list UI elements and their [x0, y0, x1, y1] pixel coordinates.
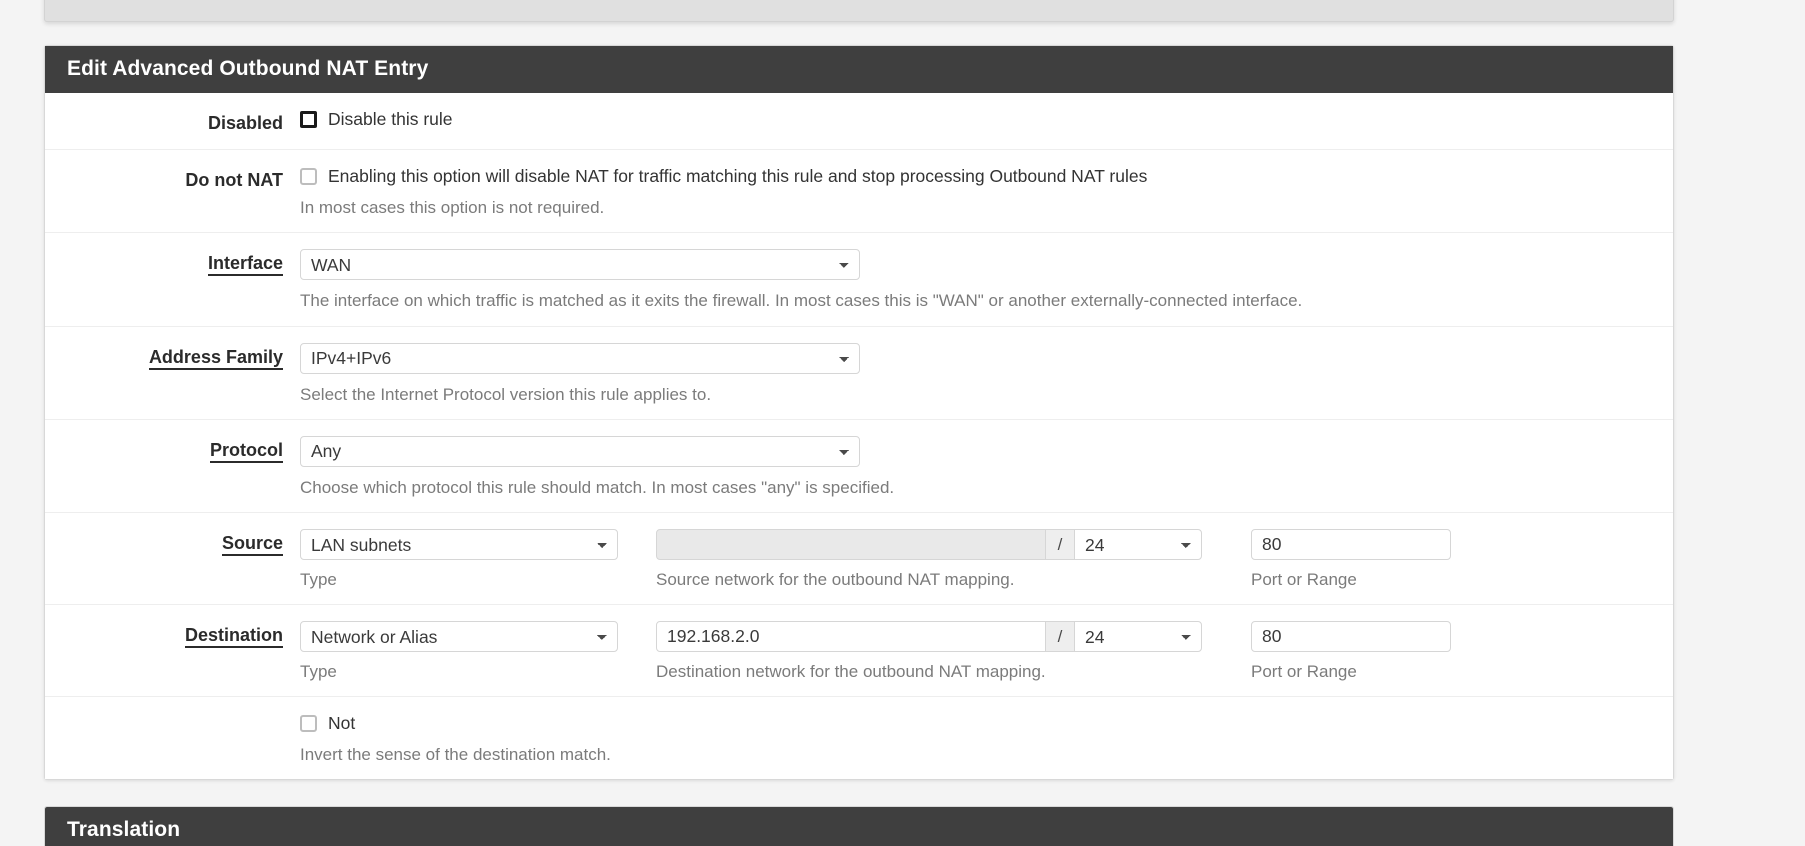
address-family-help: Select the Internet Protocol version thi…: [300, 384, 712, 404]
destination-type-help: Type: [300, 662, 337, 681]
not-checkbox-row[interactable]: Not: [300, 713, 1673, 734]
label-protocol-text: Protocol: [209, 439, 283, 463]
not-help: Invert the sense of the destination matc…: [300, 745, 611, 764]
source-slash-separator: /: [1046, 529, 1074, 560]
destination-port-input[interactable]: [1251, 621, 1451, 652]
row-address-family: Address Family IPv4+IPv6 Select the Inte…: [45, 327, 1673, 420]
label-not-spacer: [45, 713, 300, 717]
destination-slash-separator: /: [1046, 621, 1074, 652]
destination-type-select[interactable]: Network or Alias: [300, 621, 618, 652]
do-not-nat-checkbox-row[interactable]: Enabling this option will disable NAT fo…: [300, 166, 1673, 187]
label-destination[interactable]: Destination: [45, 621, 300, 648]
source-network-input[interactable]: [656, 529, 1046, 560]
disable-rule-label: Disable this rule: [328, 109, 453, 129]
disable-rule-checkbox[interactable]: [300, 111, 317, 128]
label-source-text: Source: [221, 533, 283, 556]
destination-network-group: / 24: [656, 621, 1251, 652]
label-destination-text: Destination: [184, 625, 283, 648]
edit-entry-panel: Edit Advanced Outbound NAT Entry Disable…: [44, 45, 1674, 781]
source-port-help: Port or Range: [1251, 570, 1357, 589]
row-protocol: Protocol Any Choose which protocol this …: [45, 420, 1673, 513]
interface-select[interactable]: WAN: [300, 249, 860, 281]
source-mask-select[interactable]: 24: [1074, 529, 1202, 560]
source-network-help: Source network for the outbound NAT mapp…: [656, 570, 1015, 589]
not-label: Not: [328, 713, 356, 733]
interface-help: The interface on which traffic is matche…: [300, 291, 1303, 311]
do-not-nat-help: In most cases this option is not require…: [300, 198, 605, 217]
source-network-group: / 24: [656, 529, 1251, 560]
row-do-not-nat: Do not NAT Enabling this option will dis…: [45, 150, 1673, 234]
row-disabled: Disabled Disable this rule: [45, 93, 1673, 150]
source-type-help: Type: [300, 570, 337, 589]
outbound-nat-edit-page: × Edit Advanced Outbound NAT Entry Disab…: [0, 0, 1805, 846]
destination-network-input[interactable]: [656, 621, 1046, 652]
top-alert-panel: ×: [44, 0, 1674, 22]
label-protocol[interactable]: Protocol: [45, 436, 300, 463]
label-address-family-text: Address Family: [148, 346, 283, 370]
destination-mask-select[interactable]: 24: [1074, 621, 1202, 652]
source-type-select[interactable]: LAN subnets: [300, 529, 618, 560]
address-family-select[interactable]: IPv4+IPv6: [300, 342, 860, 374]
protocol-help: Choose which protocol this rule should m…: [300, 477, 895, 497]
label-do-not-nat: Do not NAT: [185, 170, 283, 190]
edit-entry-form: Disabled Disable this rule Do not NAT En…: [45, 93, 1673, 780]
row-destination: Destination Network or Alias Type 192.16…: [45, 605, 1673, 697]
row-interface: Interface WAN The interface on which tra…: [45, 233, 1673, 327]
disable-rule-checkbox-row[interactable]: Disable this rule: [300, 109, 1673, 130]
translation-panel-title: Translation: [45, 807, 1673, 846]
page-title: Edit Advanced Outbound NAT Entry: [45, 46, 1673, 93]
label-source[interactable]: Source: [45, 529, 300, 556]
protocol-select[interactable]: Any: [300, 435, 860, 467]
row-not: Not Invert the sense of the destination …: [45, 697, 1673, 779]
do-not-nat-checkbox[interactable]: [300, 168, 317, 185]
destination-network-help: Destination network for the outbound NAT…: [656, 662, 1046, 681]
label-address-family[interactable]: Address Family: [45, 343, 300, 370]
label-interface-text: Interface: [207, 253, 283, 277]
do-not-nat-label: Enabling this option will disable NAT fo…: [328, 166, 1148, 186]
not-checkbox[interactable]: [300, 715, 317, 732]
label-disabled: Disabled: [207, 113, 283, 133]
row-source: Source LAN subnets Type / 24 Source netw…: [45, 513, 1673, 605]
destination-port-help: Port or Range: [1251, 662, 1357, 681]
label-interface[interactable]: Interface: [45, 249, 300, 277]
source-port-input[interactable]: [1251, 529, 1451, 560]
translation-panel: Translation: [44, 806, 1674, 846]
